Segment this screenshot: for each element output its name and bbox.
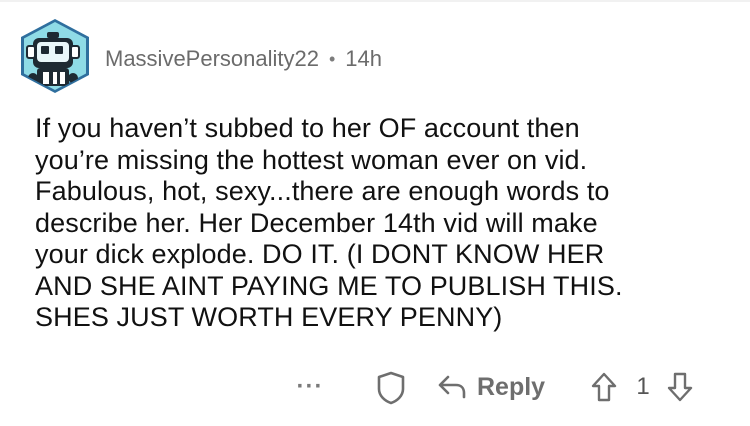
comment-age: 14h [345, 46, 383, 71]
vote-score: 1 [636, 373, 650, 400]
downvote-arrow-icon [667, 372, 693, 402]
upvote-button[interactable] [589, 370, 619, 404]
upvote-arrow-icon [591, 372, 617, 402]
username-link[interactable]: MassivePersonality22 [105, 46, 319, 72]
more-dots-icon: ··· [296, 373, 324, 400]
user-avatar[interactable] [17, 18, 93, 94]
reply-arrow-icon [438, 375, 466, 399]
reply-label: Reply [477, 372, 546, 401]
comment-meta: MassivePersonality22 • 14h [105, 46, 382, 72]
meta-separator: • [328, 48, 336, 69]
divider [0, 0, 750, 2]
award-shield-icon [377, 371, 405, 405]
reply-button[interactable]: Reply [437, 368, 545, 406]
snoo-robot-avatar-icon [21, 19, 89, 93]
comment-card: MassivePersonality22 • 14h If you haven’… [0, 0, 750, 426]
more-options-button[interactable]: ··· [295, 372, 325, 402]
award-button[interactable] [374, 370, 408, 406]
downvote-button[interactable] [665, 370, 695, 404]
comment-body: If you haven’t subbed to her OF account … [35, 113, 623, 332]
